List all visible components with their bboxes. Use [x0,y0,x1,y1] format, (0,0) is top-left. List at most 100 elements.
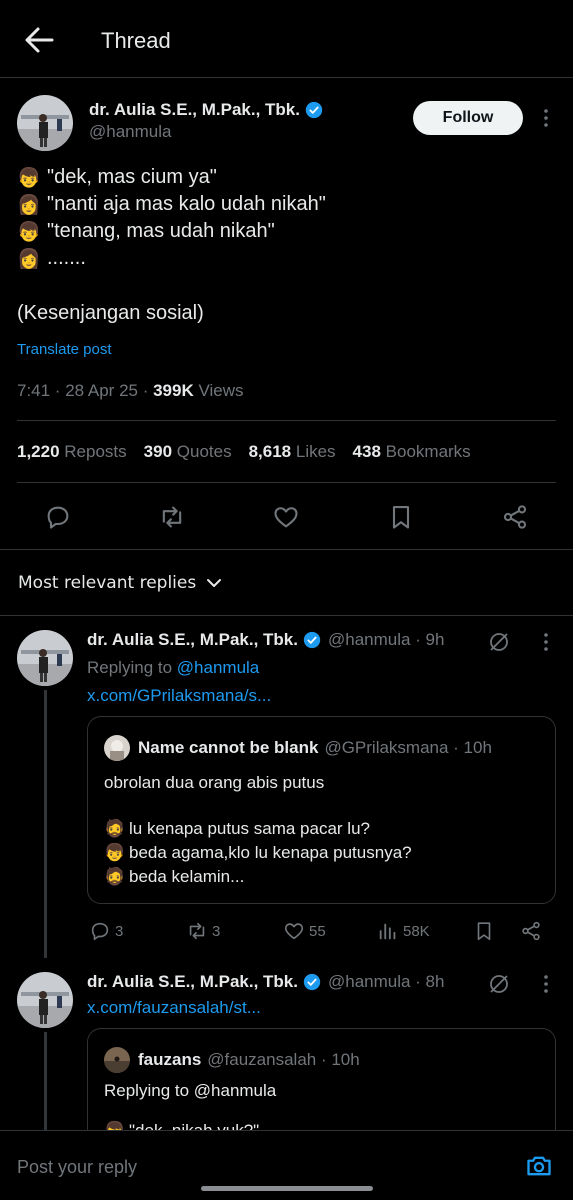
author-name[interactable]: dr. Aulia S.E., M.Pak., Tbk. [89,100,300,120]
reply-author-name[interactable]: dr. Aulia S.E., M.Pak., Tbk. [87,972,298,992]
page-title: Thread [101,28,171,53]
share-icon[interactable] [520,920,542,942]
replying-to-handle[interactable]: @hanmula [177,658,259,677]
quoted-line: 👦 beda agama,klo lu kenapa putusnya? [104,843,412,862]
quoted-author-name: fauzans [138,1050,202,1069]
like-count: 55 [309,922,326,940]
quoted-line: 🧔 lu kenapa putus sama pacar lu? [104,819,370,838]
reply-reply-button[interactable]: 3 [89,920,123,942]
author-avatar[interactable] [17,95,73,151]
reply-author-line: dr. Aulia S.E., M.Pak., Tbk. @hanmula · … [87,630,444,650]
quoted-post[interactable]: Name cannot be blank @GPrilaksmana · 10h… [87,716,556,904]
woman-emoji: 👩 [17,248,41,270]
bookmarks-stat[interactable]: 438 Bookmarks [353,442,471,462]
bearded-man-emoji: 🧔 [104,867,126,886]
post-line: 👩 "nanti aja mas kalo udah nikah" [17,191,557,218]
repost-icon [189,922,205,940]
reposts-stat[interactable]: 1,220 Reposts [17,442,127,462]
post-line-text: "dek, mas cium ya" [47,166,217,188]
post-line: 👩....... [17,245,557,272]
chevron-down-icon [207,579,222,587]
grok-icon[interactable] [487,630,511,654]
divider [17,482,556,483]
reply-avatar[interactable] [17,972,73,1028]
quoted-post-header: fauzans @fauzansalah · 10h [104,1047,360,1073]
reply-link[interactable]: x.com/fauzansalah/st... [87,998,261,1018]
quoted-author-avatar [104,735,130,761]
post-line-text: ....... [47,247,86,269]
replying-to-line: Replying to @hanmula [87,658,260,677]
quoted-intro: obrolan dua orang abis putus [104,773,325,792]
repost-count: 3 [212,922,221,940]
divider [0,615,573,616]
thread-connector [44,1032,47,1130]
boy-emoji: 👦 [104,843,126,862]
reply-handle-time: @hanmula · 9h [327,630,445,649]
quotes-stat[interactable]: 390 Quotes [144,442,232,462]
reply-like-button[interactable]: 55 [283,920,326,942]
post-body: 👦 "dek, mas cium ya" 👩 "nanti aja mas kalo… [17,164,557,272]
author-name-line: dr. Aulia S.E., M.Pak., Tbk. [89,100,323,120]
post-line-text: "nanti aja mas kalo udah nikah" [47,193,326,215]
translate-post-link[interactable]: Translate post [17,341,112,358]
reply-views-button[interactable]: 58K [377,920,430,942]
post-timestamp: 7:41 · 28 Apr 25 · [17,381,154,400]
views-chart-icon [379,923,396,940]
reply-count: 3 [115,922,124,940]
quoted-handle-time: @fauzansalah · 10h [207,1050,360,1069]
like-heart-icon [284,923,304,940]
share-icon[interactable] [501,503,529,531]
post-stats: 1,220 Reposts 390 Quotes 8,618 Likes 438… [17,442,471,462]
author-handle-line: @hanmula [89,122,171,142]
more-options-icon[interactable] [536,974,556,994]
post-action-bar [0,503,573,531]
home-indicator [201,1186,373,1191]
reply-icon[interactable] [44,503,72,531]
replies-sort-label: Most relevant replies [18,573,197,593]
reply-repost-button[interactable]: 3 [186,920,220,942]
post-line: 👦 "tenang, mas udah nikah" [17,218,557,245]
back-arrow-icon[interactable] [24,26,54,54]
boy-emoji: 👦 [17,221,41,243]
woman-emoji: 👩 [17,194,41,216]
quoted-line: 🧔 beda kelamin... [104,867,245,886]
likes-stat[interactable]: 8,618 Likes [249,442,336,462]
reply-link[interactable]: x.com/GPrilaksmana/s... [87,686,271,706]
reply-author-name[interactable]: dr. Aulia S.E., M.Pak., Tbk. [87,630,298,650]
verified-badge-icon [303,973,321,991]
post-line: 👦 "dek, mas cium ya" [17,164,557,191]
reply-avatar[interactable] [17,630,73,686]
quoted-handle-time: @GPrilaksmana · 10h [324,738,492,757]
more-options-icon[interactable] [536,632,556,652]
boy-emoji: 👦 [17,167,41,189]
repost-icon[interactable] [158,503,186,531]
more-options-icon[interactable] [536,108,556,128]
replies-sort-selector[interactable]: Most relevant replies [18,573,222,593]
quoted-replying-to: Replying to @hanmula [104,1081,277,1100]
reply-input[interactable]: Post your reply [17,1157,137,1178]
quoted-author-name: Name cannot be blank [138,738,319,757]
post-line-text: "tenang, mas udah nikah" [47,220,275,242]
thread-connector [44,690,47,958]
grok-icon[interactable] [487,972,511,996]
views-count: 399K [153,381,194,400]
reply-author-line: dr. Aulia S.E., M.Pak., Tbk. @hanmula · … [87,972,444,992]
divider [0,549,573,550]
reply-icon [91,922,109,941]
bearded-man-emoji: 🧔 [104,819,126,838]
camera-icon[interactable] [525,1152,553,1180]
verified-badge-icon [303,631,321,649]
quoted-post-header: Name cannot be blank @GPrilaksmana · 10h [104,735,492,761]
bookmark-icon[interactable] [387,503,415,531]
post-closing-line: (Kesenjangan sosial) [17,302,204,324]
top-bar: Thread [0,0,573,78]
follow-button[interactable]: Follow [413,101,523,135]
views-label: Views [193,381,244,400]
quoted-author-avatar [104,1047,130,1073]
views-count: 58K [403,922,430,940]
bookmark-icon[interactable] [473,920,495,942]
like-heart-icon[interactable] [272,503,300,531]
verified-badge-icon [305,101,323,119]
author-handle[interactable]: @hanmula [89,122,171,142]
reply-handle-time: @hanmula · 8h [327,972,445,991]
